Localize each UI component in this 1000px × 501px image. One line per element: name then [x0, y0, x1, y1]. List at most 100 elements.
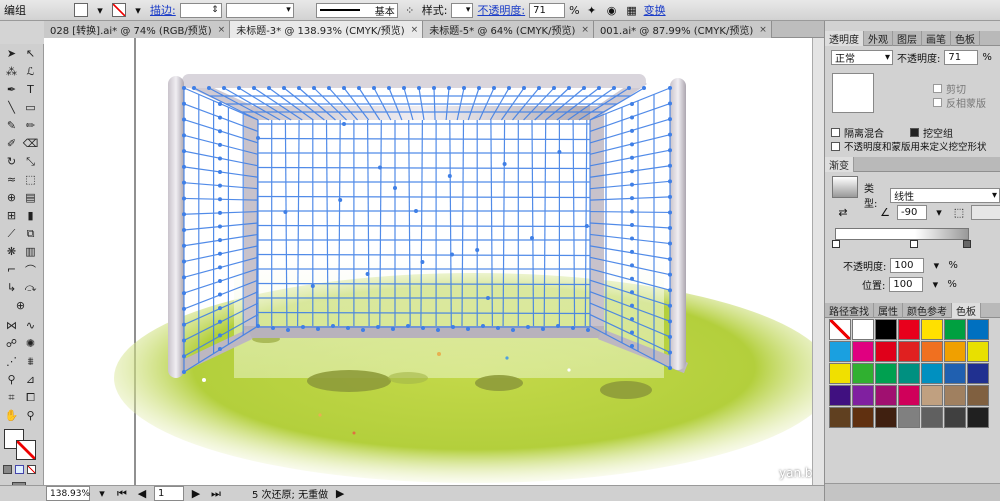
- tab-doc-untitled-3[interactable]: 未标题-3* @ 138.93% (CMYK/预览) ×: [230, 21, 424, 38]
- color-swatch[interactable]: [967, 319, 989, 340]
- transform-link[interactable]: 变换: [644, 2, 666, 18]
- measure-tool-icon[interactable]: ⊿: [22, 372, 39, 387]
- chevron-down-icon[interactable]: ▾: [130, 2, 146, 18]
- selection-tool-icon[interactable]: ➤: [3, 46, 20, 61]
- gradient-stop-left-icon[interactable]: [832, 240, 840, 248]
- stroke-color-box[interactable]: [16, 440, 36, 460]
- reverse-gradient-icon[interactable]: ⇄: [835, 204, 851, 220]
- tab-pathfinder[interactable]: 路径查找: [825, 302, 874, 318]
- color-swatch[interactable]: [898, 407, 920, 428]
- stop-location-input[interactable]: 100: [889, 276, 924, 292]
- scissors-tool-icon[interactable]: ↳: [3, 280, 20, 295]
- style-select[interactable]: ▾: [451, 2, 474, 18]
- knife-tool-icon[interactable]: ⤼: [22, 280, 39, 295]
- color-swatch[interactable]: [829, 407, 851, 428]
- color-swatch[interactable]: [967, 363, 989, 384]
- recolor-icon[interactable]: ✦: [584, 2, 600, 18]
- tab-transparency[interactable]: 透明度: [825, 30, 864, 46]
- color-swatch[interactable]: [921, 319, 943, 340]
- status-menu-icon[interactable]: ▶: [332, 486, 348, 501]
- mesh-tool-icon[interactable]: ⊞: [3, 208, 20, 223]
- tab-gradient[interactable]: 渐变: [825, 156, 854, 172]
- color-swatch[interactable]: [967, 385, 989, 406]
- opacity-thumbnail[interactable]: [832, 73, 874, 113]
- panel-opacity-input[interactable]: 71: [944, 50, 979, 65]
- opacity-mask-checkbox[interactable]: [831, 141, 840, 151]
- fill-swatch[interactable]: [74, 3, 88, 17]
- gradient-stop-right-icon[interactable]: [963, 240, 971, 248]
- next-artboard-icon[interactable]: ▶: [188, 486, 204, 501]
- variable-width-select[interactable]: ▾: [225, 2, 294, 18]
- color-swatch[interactable]: [944, 385, 966, 406]
- print-tiling-tool-icon[interactable]: ⧠: [22, 390, 39, 405]
- type-tool-icon[interactable]: T: [22, 82, 39, 97]
- color-swatch[interactable]: [898, 385, 920, 406]
- color-swatch[interactable]: [852, 363, 874, 384]
- color-swatch[interactable]: [829, 319, 851, 340]
- chevron-down-icon[interactable]: ▾: [931, 204, 947, 220]
- warp-tool-icon[interactable]: ≈: [3, 172, 20, 187]
- gradient-slider[interactable]: [835, 228, 969, 240]
- tab-attributes[interactable]: 属性: [874, 302, 903, 318]
- color-swatch[interactable]: [967, 341, 989, 362]
- isolate-blending-checkbox[interactable]: [831, 128, 840, 137]
- magic-wand-tool-icon[interactable]: ⁂: [3, 64, 20, 79]
- last-artboard-icon[interactable]: ⏭: [208, 486, 224, 501]
- first-artboard-icon[interactable]: ⏮: [114, 486, 130, 501]
- gradient-stop-mid-icon[interactable]: [910, 240, 918, 248]
- color-swatch[interactable]: [898, 341, 920, 362]
- free-transform-tool-icon[interactable]: ⬚: [22, 172, 39, 187]
- color-swatch[interactable]: [852, 341, 874, 362]
- puppet-tool-icon[interactable]: ☍: [3, 336, 20, 351]
- stop-opacity-input[interactable]: 100: [890, 257, 925, 273]
- brush-options-icon[interactable]: ⁘: [402, 2, 418, 18]
- eraser-tool-icon[interactable]: ⌫: [22, 136, 39, 151]
- color-swatch[interactable]: [875, 407, 897, 428]
- color-swatch[interactable]: [944, 363, 966, 384]
- blend-tool-icon[interactable]: ⧉: [22, 226, 39, 241]
- color-swatch[interactable]: [921, 341, 943, 362]
- gradient-preview[interactable]: [832, 176, 858, 198]
- chevron-down-icon[interactable]: ▾: [92, 2, 108, 18]
- scale-tool-icon[interactable]: ⤡: [22, 154, 39, 169]
- tab-doc-001[interactable]: 001.ai* @ 87.99% (CMYK/预览) ×: [593, 21, 772, 38]
- blob-brush-tool-icon[interactable]: ✐: [3, 136, 20, 151]
- tab-layers[interactable]: 图层: [893, 30, 922, 46]
- opacity-input[interactable]: 71: [529, 2, 566, 18]
- warp-shape-tool-icon[interactable]: ∿: [22, 318, 39, 333]
- clip-checkbox[interactable]: [933, 84, 942, 93]
- crop-tool-icon[interactable]: ⌗: [3, 390, 20, 405]
- gradient-angle-input[interactable]: -90: [897, 204, 927, 220]
- color-swatch[interactable]: [829, 341, 851, 362]
- tab-doc-untitled-5[interactable]: 未标题-5* @ 64% (CMYK/预览) ×: [423, 21, 594, 38]
- tab-appearance[interactable]: 外观: [864, 30, 893, 46]
- opacity-link[interactable]: 不透明度:: [477, 2, 525, 18]
- color-swatch[interactable]: [967, 407, 989, 428]
- color-swatch[interactable]: [852, 407, 874, 428]
- brush-select[interactable]: 基本: [315, 2, 398, 18]
- symbol-sprayer-tool-icon[interactable]: ❋: [3, 244, 20, 259]
- direct-selection-tool-icon[interactable]: ↖: [22, 46, 39, 61]
- invert-mask-checkbox[interactable]: [933, 98, 942, 107]
- gradient-type-select[interactable]: 线性 ▾: [890, 187, 1000, 203]
- paintbrush-tool-icon[interactable]: ✎: [3, 118, 20, 133]
- document-canvas[interactable]: 经验 yan.baidu.com: [44, 38, 824, 485]
- stroke-weight-select[interactable]: ⇕: [179, 2, 222, 18]
- blend-mode-select[interactable]: 正常 ▾: [831, 50, 893, 65]
- none-mode-icon[interactable]: [27, 465, 36, 474]
- color-swatch[interactable]: [898, 363, 920, 384]
- tab-brushes[interactable]: 画笔: [922, 30, 951, 46]
- close-icon[interactable]: ×: [411, 25, 419, 35]
- line-tool-icon[interactable]: ╲: [3, 100, 20, 115]
- vertical-scrollbar[interactable]: [812, 38, 824, 485]
- color-swatch[interactable]: [921, 407, 943, 428]
- stroke-link[interactable]: 描边:: [150, 2, 176, 18]
- knockout-group-checkbox[interactable]: [910, 128, 919, 137]
- chevron-down-icon[interactable]: ▾: [928, 257, 944, 273]
- chevron-down-icon[interactable]: ▾: [927, 276, 943, 292]
- pen-tool-icon[interactable]: ✒: [3, 82, 20, 97]
- color-swatch[interactable]: [852, 385, 874, 406]
- globe-icon[interactable]: ◉: [604, 2, 620, 18]
- zoom-tool-icon[interactable]: ⚲: [22, 408, 39, 423]
- crystallize-tool-icon[interactable]: ✺: [22, 336, 39, 351]
